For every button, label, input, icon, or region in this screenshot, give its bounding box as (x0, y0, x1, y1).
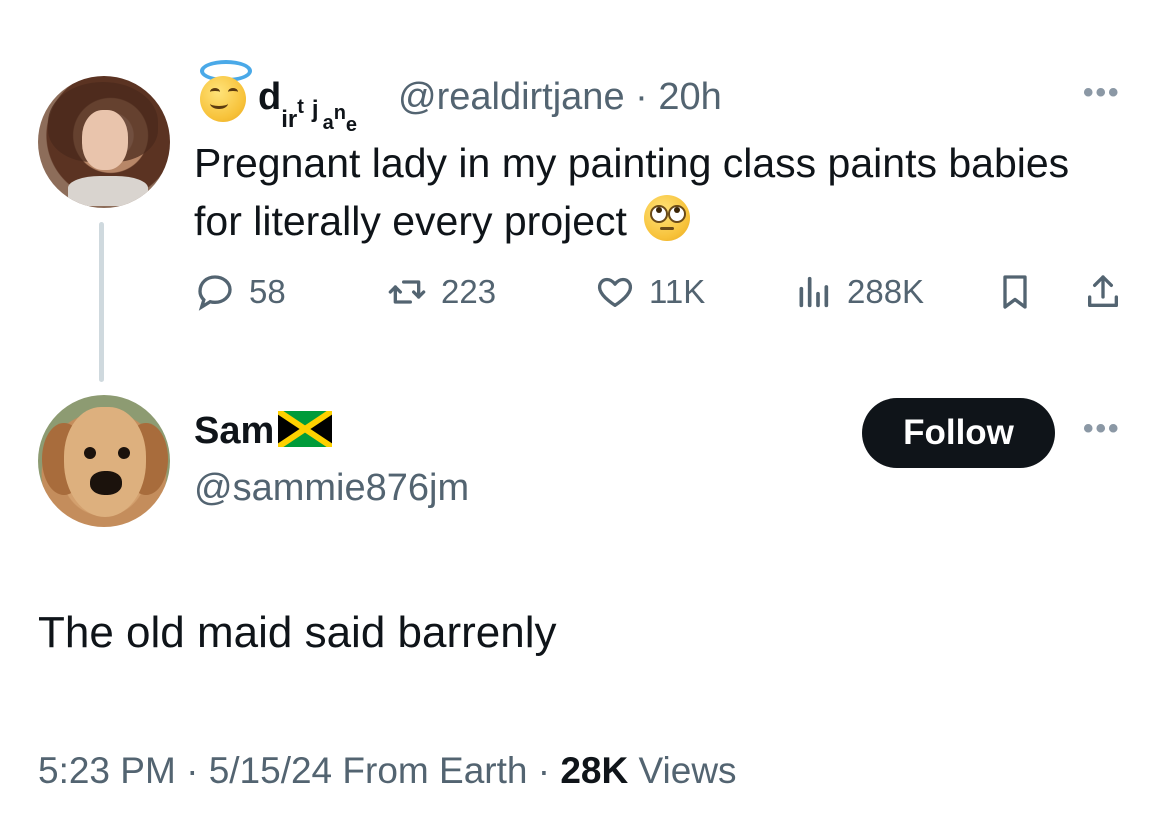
handle[interactable]: @sammie876jm (194, 467, 469, 510)
views-button[interactable]: 288K (793, 270, 924, 314)
angel-emoji-icon (196, 60, 252, 122)
share-button[interactable] (1083, 270, 1137, 314)
reply-button[interactable]: 58 (195, 270, 286, 314)
tweet-actions: 58 223 11K 288K (195, 270, 1135, 314)
views-icon (799, 276, 829, 308)
avatar-head (64, 407, 146, 517)
retweet-button[interactable]: 223 (387, 270, 496, 314)
follow-button[interactable]: Follow (862, 398, 1055, 468)
reply-text: The old maid said barrenly (38, 608, 557, 657)
face-with-rolling-eyes-icon (644, 195, 691, 241)
retweet-icon (388, 280, 426, 304)
more-options-icon[interactable]: ••• (1083, 412, 1121, 446)
post-date[interactable]: 5/15/24 (209, 750, 332, 791)
avatar-sammie876jm[interactable] (38, 395, 170, 527)
separator: · (537, 750, 551, 791)
post-source: From Earth (342, 750, 528, 791)
views-count: 288K (847, 273, 925, 310)
views-label: Views (638, 750, 737, 791)
like-icon (597, 277, 633, 307)
tweet-text-content: Pregnant lady in my painting class paint… (194, 140, 1070, 244)
name-char: e (345, 114, 358, 136)
avatar-collar (68, 176, 148, 206)
avatar-nose (90, 471, 122, 495)
name-char: n (333, 102, 346, 124)
handle[interactable]: @realdirtjane (398, 76, 625, 118)
thread-line (99, 222, 104, 382)
tweet-header-meta: @realdirtjane · 20h (398, 76, 722, 119)
reply-icon (198, 275, 232, 311)
post-time[interactable]: 5:23 PM (38, 750, 176, 791)
name-char: t (297, 96, 304, 118)
share-icon (1088, 275, 1118, 307)
more-options-icon[interactable]: ••• (1083, 76, 1121, 110)
separator: · (186, 750, 199, 791)
avatar-face (82, 110, 128, 170)
tweet-meta: 5:23 PM · 5/15/24 From Earth · 28K Views (38, 750, 737, 792)
separator: · (635, 76, 648, 118)
display-name-sam[interactable]: Sam (194, 410, 333, 453)
name-char: a (322, 112, 334, 134)
avatar-eye (84, 447, 96, 459)
retweet-count: 223 (441, 273, 497, 310)
views-count: 28K (560, 750, 629, 791)
avatar-eye (118, 447, 130, 459)
name-char: i (281, 106, 288, 133)
name-char: j (311, 96, 319, 123)
like-button[interactable]: 11K (595, 270, 705, 314)
display-name-text: Sam (194, 410, 275, 452)
name-char: r (287, 106, 298, 133)
bookmark-icon (1003, 275, 1027, 309)
display-name-dirtjane[interactable]: dirt j ane (258, 76, 357, 135)
name-char: d (258, 76, 282, 118)
reply-count: 58 (249, 273, 286, 310)
jamaica-flag-icon (278, 411, 333, 447)
tweet-text: Pregnant lady in my painting class paint… (194, 134, 1094, 250)
like-count: 11K (649, 273, 706, 310)
avatar-realdirtjane[interactable] (38, 76, 170, 208)
bookmark-button[interactable] (995, 270, 1049, 314)
timestamp[interactable]: 20h (658, 76, 721, 118)
